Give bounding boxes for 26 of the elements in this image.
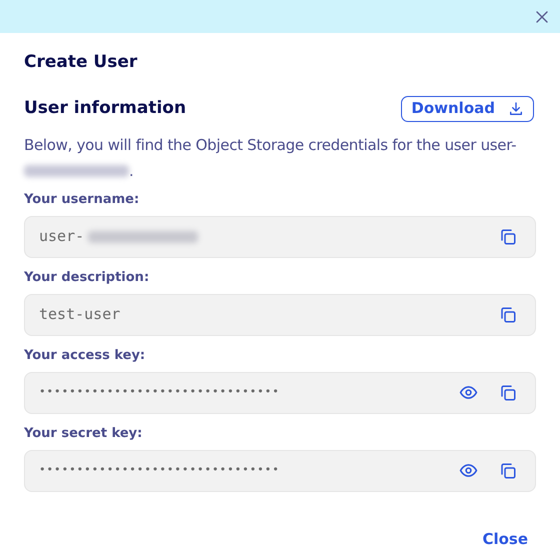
description-text: Below, you will find the Object Storage credentials for the user user- <box>24 134 518 156</box>
field-label: Your username: <box>24 192 140 208</box>
download-icon <box>508 100 524 116</box>
eye-icon[interactable] <box>459 461 478 480</box>
dialog-title: Create User <box>24 51 138 74</box>
copy-icon[interactable] <box>499 228 517 246</box>
field-value: test-user <box>39 304 120 326</box>
section-title: User information <box>24 96 186 120</box>
field-value: user- <box>39 226 84 248</box>
period-text: . <box>129 160 134 182</box>
input-field[interactable]: test-user <box>24 294 536 336</box>
input-field[interactable]: user- <box>24 216 536 258</box>
input-field[interactable]: •••••••••••••••••••••••••••••••• <box>24 372 536 414</box>
eye-icon[interactable] <box>459 383 478 402</box>
field-label: Your access key: <box>24 348 146 364</box>
close-icon[interactable] <box>536 10 548 22</box>
copy-icon[interactable] <box>499 462 517 480</box>
download-button[interactable]: Download <box>401 96 534 122</box>
field-value: •••••••••••••••••••••••••••••••• <box>39 384 280 400</box>
copy-icon[interactable] <box>499 306 517 324</box>
field-label: Your description: <box>24 270 150 286</box>
field-value: •••••••••••••••••••••••••••••••• <box>39 462 280 478</box>
field-label: Your secret key: <box>24 426 144 442</box>
input-field[interactable]: •••••••••••••••••••••••••••••••• <box>24 450 536 492</box>
close-button[interactable]: Close <box>482 528 528 550</box>
copy-icon[interactable] <box>499 384 517 402</box>
